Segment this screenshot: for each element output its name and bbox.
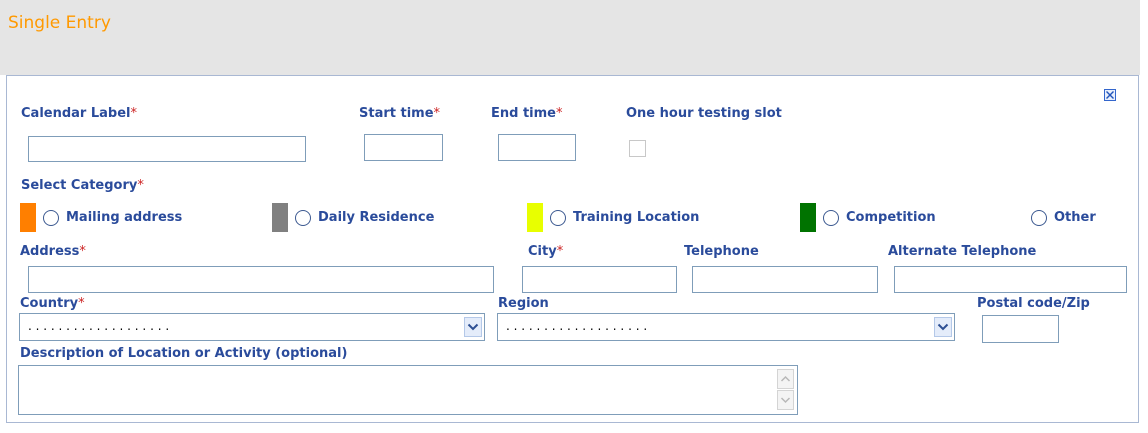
page-title: Single Entry	[8, 13, 111, 33]
city-input[interactable]	[522, 266, 677, 293]
city-label: City*	[528, 244, 564, 259]
close-icon	[1106, 91, 1114, 99]
chevron-down-icon[interactable]	[934, 317, 952, 337]
entry-form-panel: Calendar Label* Start time* End time* On…	[6, 75, 1139, 423]
radio-mailing-address[interactable]	[43, 210, 59, 226]
category-label-training: Training Location	[573, 210, 700, 225]
end-time-label: End time*	[491, 106, 563, 121]
region-selected-value: . . . . . . . . . . . . . . . . . . .	[506, 319, 648, 333]
description-textarea[interactable]	[18, 365, 798, 415]
alternate-telephone-input[interactable]	[894, 266, 1127, 293]
end-time-input[interactable]	[498, 134, 576, 161]
chevron-down-icon[interactable]	[464, 317, 482, 337]
testing-slot-label: One hour testing slot	[626, 106, 782, 121]
telephone-label: Telephone	[684, 244, 759, 259]
calendar-label-input[interactable]	[28, 136, 306, 162]
arrow-down-icon	[780, 397, 791, 404]
select-category-label: Select Category*	[21, 178, 144, 193]
radio-daily-residence[interactable]	[295, 210, 311, 226]
arrow-up-icon	[780, 375, 791, 382]
alternate-telephone-label: Alternate Telephone	[888, 244, 1037, 259]
category-color-daily-residence	[272, 203, 288, 232]
category-label-other: Other	[1054, 210, 1096, 225]
category-label-mailing: Mailing address	[66, 210, 183, 225]
region-label: Region	[498, 296, 549, 311]
page: Single Entry Calendar Label* Start time*…	[0, 0, 1148, 433]
category-color-other	[1008, 203, 1024, 232]
calendar-label-label: Calendar Label*	[21, 106, 137, 121]
country-select[interactable]: . . . . . . . . . . . . . . . . . . .	[19, 313, 485, 341]
country-label: Country*	[20, 296, 85, 311]
telephone-input[interactable]	[692, 266, 878, 293]
radio-competition[interactable]	[823, 210, 839, 226]
postal-code-label: Postal code/Zip	[977, 296, 1090, 311]
header-band: Single Entry	[0, 0, 1140, 75]
category-color-mailing	[20, 203, 36, 232]
postal-code-input[interactable]	[982, 315, 1059, 343]
start-time-label: Start time*	[359, 106, 441, 121]
category-color-competition	[800, 203, 816, 232]
scroll-down-button[interactable]	[777, 390, 794, 410]
radio-training-location[interactable]	[550, 210, 566, 226]
address-input[interactable]	[28, 266, 494, 293]
description-label: Description of Location or Activity (opt…	[20, 346, 348, 361]
scroll-up-button[interactable]	[777, 369, 794, 389]
testing-slot-checkbox[interactable]	[629, 140, 646, 157]
category-label-daily-residence: Daily Residence	[318, 210, 435, 225]
category-color-training	[527, 203, 543, 232]
address-label: Address*	[20, 244, 86, 259]
close-button[interactable]	[1104, 89, 1116, 101]
category-label-competition: Competition	[846, 210, 936, 225]
region-select[interactable]: . . . . . . . . . . . . . . . . . . .	[497, 313, 955, 341]
start-time-input[interactable]	[364, 134, 443, 161]
description-scrollbar[interactable]	[777, 369, 794, 411]
country-selected-value: . . . . . . . . . . . . . . . . . . .	[28, 319, 170, 333]
radio-other[interactable]	[1031, 210, 1047, 226]
